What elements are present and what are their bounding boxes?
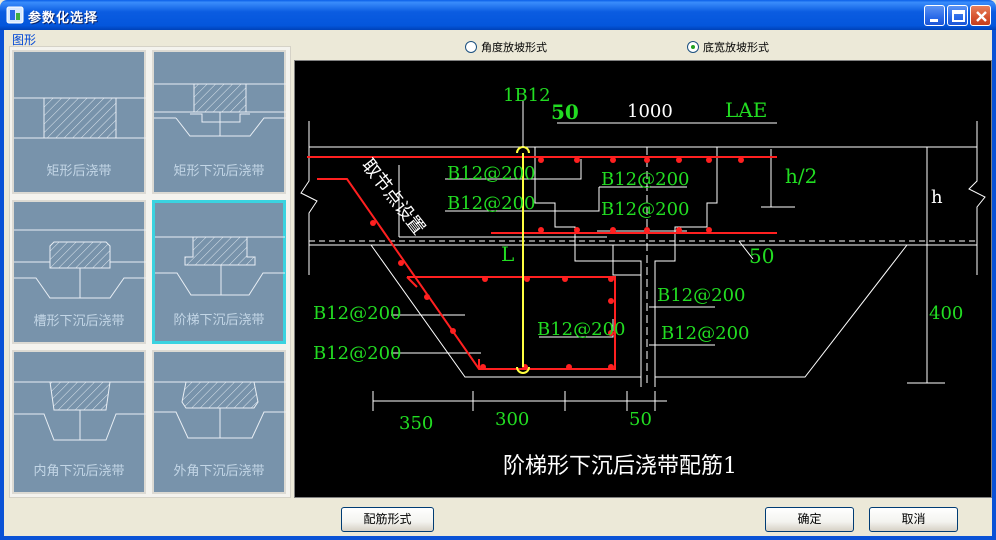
label-rebar-3: B12@200 [601, 169, 690, 190]
rebar-form-button[interactable]: 配筋形式 [341, 507, 434, 532]
label-rebar-1: B12@200 [447, 163, 536, 184]
app-icon [6, 6, 24, 24]
gallery-item-rect-sunken[interactable]: 矩形下沉后浇带 [152, 50, 286, 194]
label-rebar-6: B12@200 [313, 343, 402, 364]
ok-button[interactable]: 确定 [765, 507, 854, 532]
title-bar[interactable]: 参数化选择 [0, 0, 996, 30]
maximize-icon [952, 10, 965, 22]
gallery-item-label: 内角下沉后浇带 [33, 464, 125, 479]
label-rebar-9: B12@200 [661, 323, 750, 344]
label-dim-50-top: 50 [551, 100, 579, 124]
label-dim-50-right: 50 [749, 244, 774, 268]
label-half-h: h/2 [785, 164, 817, 188]
gallery-item-label: 外角下沉后浇带 [173, 464, 265, 479]
gallery-item-step-sunken[interactable]: 阶梯下沉后浇带 [152, 200, 286, 344]
window-border-left [0, 30, 4, 540]
window-border-bottom [0, 536, 996, 540]
label-1b12: 1B12 [503, 85, 551, 106]
label-rebar-5: B12@200 [313, 303, 402, 324]
close-button[interactable] [970, 5, 991, 26]
label-dim-300: 300 [495, 409, 529, 430]
maximize-button[interactable] [947, 5, 968, 26]
gallery-item-inner-corner[interactable]: 内角下沉后浇带 [12, 350, 146, 494]
label-dim-50-bottom: 50 [629, 409, 652, 430]
close-icon [976, 11, 987, 22]
cancel-button[interactable]: 取消 [869, 507, 958, 532]
gallery-item-label: 阶梯下沉后浇带 [173, 313, 265, 328]
minimize-icon [930, 19, 938, 22]
gallery-item-label: 槽形下沉后浇带 [33, 314, 125, 329]
radio-angle-slope[interactable]: 角度放坡形式 [465, 39, 547, 55]
label-slant-note: 取节点设置 [357, 155, 429, 239]
label-dim-350: 350 [399, 413, 433, 434]
label-dim-400: 400 [929, 303, 963, 324]
radio-label: 角度放坡形式 [481, 41, 547, 54]
drawing-caption: 阶梯形下沉后浇带配筋1 [503, 454, 737, 479]
radio-bottom-width-slope[interactable]: 底宽放坡形式 [687, 39, 769, 55]
label-l: L [501, 242, 514, 266]
window-title: 参数化选择 [28, 11, 99, 26]
slope-option-bar: 角度放坡形式 底宽放坡形式 [294, 34, 992, 58]
radio-indicator[interactable] [687, 41, 699, 53]
label-h: h [931, 187, 943, 208]
gallery-item-trough-sunken[interactable]: 槽形下沉后浇带 [12, 200, 146, 344]
window-border-right [992, 30, 996, 540]
gallery-item-outer-corner[interactable]: 外角下沉后浇带 [152, 350, 286, 494]
label-dim-1000: 1000 [627, 101, 673, 122]
reinforcement-drawing-canvas: 1B12 50 LAE h/2 L 50 400 B12@200 B12@200… [294, 60, 992, 498]
minimize-button[interactable] [924, 5, 945, 26]
gallery-item-label: 矩形后浇带 [46, 164, 112, 179]
shape-gallery: 矩形后浇带 矩形下沉后浇带 槽形下沉后浇带 阶梯下沉后浇带 内角下沉后浇带 外角… [9, 46, 291, 498]
radio-label: 底宽放坡形式 [703, 41, 769, 54]
cad-drawing: 1B12 50 LAE h/2 L 50 400 B12@200 B12@200… [300, 85, 986, 479]
gallery-item-rect[interactable]: 矩形后浇带 [12, 50, 146, 194]
radio-indicator[interactable] [465, 41, 477, 53]
label-rebar-2: B12@200 [447, 193, 536, 214]
gallery-item-label: 矩形下沉后浇带 [173, 164, 265, 179]
label-rebar-8: B12@200 [657, 285, 746, 306]
label-rebar-4: B12@200 [601, 199, 690, 220]
label-rebar-7: B12@200 [537, 319, 626, 340]
label-lae: LAE [725, 98, 767, 122]
